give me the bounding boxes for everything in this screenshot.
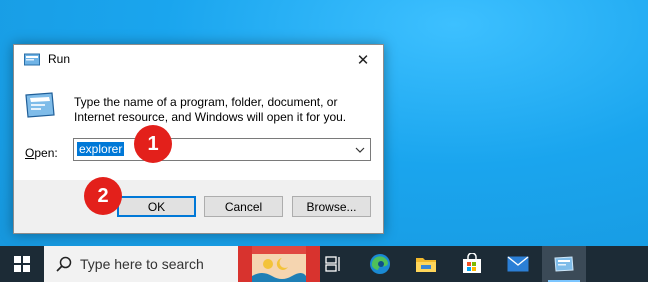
run-app-icon: [24, 53, 40, 66]
dialog-content: Type the name of a program, folder, docu…: [14, 74, 383, 180]
open-input[interactable]: explorer: [77, 142, 125, 156]
dialog-footer: OK Cancel Browse...: [14, 180, 383, 233]
run-taskbar-button[interactable]: [542, 246, 586, 282]
browse-button[interactable]: Browse...: [292, 196, 371, 217]
search-highlight-art-icon[interactable]: [238, 246, 320, 282]
close-button[interactable]: ✕: [343, 45, 383, 74]
edge-button[interactable]: [365, 246, 395, 282]
microsoft-store-icon: [463, 253, 481, 273]
ok-button[interactable]: OK: [117, 196, 196, 217]
run-dialog: Run ✕ Type the name of a program, folder…: [13, 44, 384, 234]
mail-button[interactable]: [502, 246, 534, 282]
search-placeholder: Type here to search: [80, 256, 204, 272]
mail-icon: [507, 256, 529, 272]
open-label-accesskey: O: [25, 146, 35, 160]
run-large-icon: [25, 92, 55, 118]
task-view-button[interactable]: [320, 246, 348, 282]
cancel-button[interactable]: Cancel: [204, 196, 283, 217]
start-button[interactable]: [0, 246, 44, 282]
task-view-icon: [325, 256, 340, 272]
file-explorer-icon: [416, 258, 436, 272]
taskbar: Type here to search: [0, 246, 648, 282]
windows-start-icon: [14, 256, 30, 272]
run-icon: [554, 256, 574, 272]
chevron-down-icon[interactable]: [350, 139, 370, 160]
edge-icon: [370, 254, 390, 274]
step-marker-2: 2: [84, 177, 122, 215]
title-bar[interactable]: Run ✕: [14, 45, 383, 74]
dialog-title: Run: [48, 52, 71, 66]
taskbar-search-box[interactable]: Type here to search: [44, 246, 238, 282]
file-explorer-button[interactable]: [410, 246, 442, 282]
search-icon: [56, 256, 72, 272]
step-marker-1: 1: [134, 125, 172, 163]
open-label-text: pen:: [34, 146, 58, 160]
microsoft-store-button[interactable]: [456, 246, 488, 282]
dialog-description: Type the name of a program, folder, docu…: [74, 95, 347, 124]
open-combobox[interactable]: explorer: [73, 138, 371, 161]
open-label: Open:: [25, 146, 58, 160]
